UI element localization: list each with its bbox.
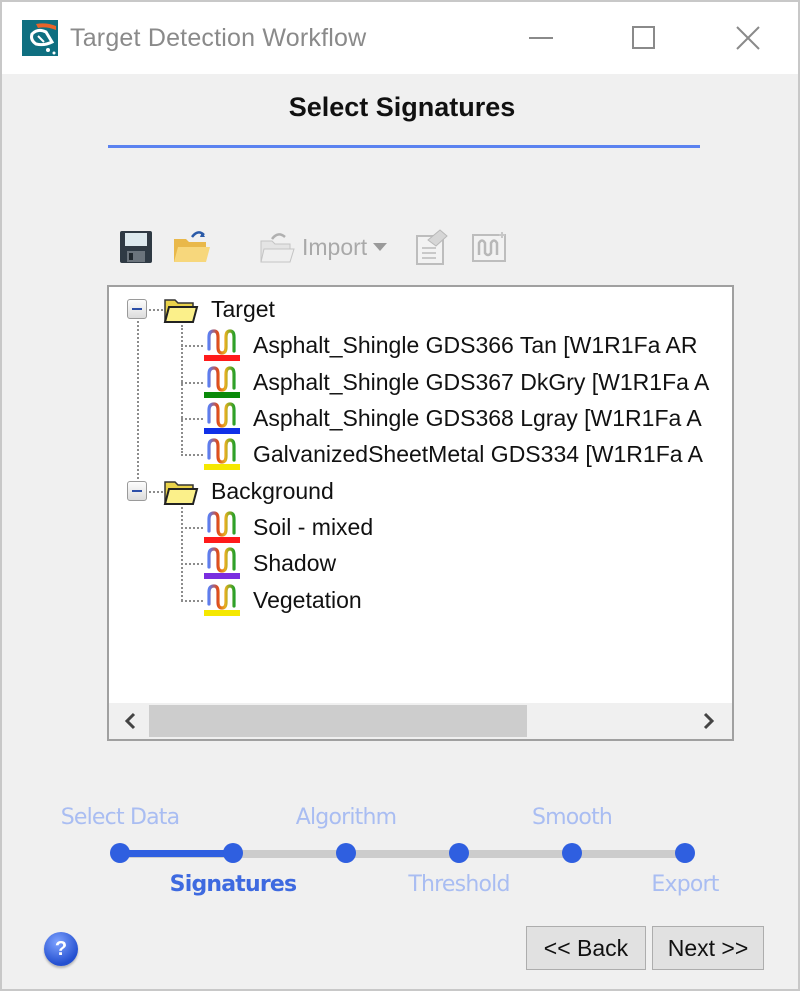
step-label-export: Export <box>651 872 719 897</box>
spectrum-icon <box>204 547 240 579</box>
step-label-select-data: Select Data <box>60 805 180 830</box>
step-dot-select-data[interactable] <box>110 843 130 863</box>
spectrum-icon <box>204 402 240 434</box>
step-label-signatures: Signatures <box>169 872 297 897</box>
window-title: Target Detection Workflow <box>70 24 367 52</box>
import-dropdown-button[interactable]: Import <box>258 226 398 268</box>
step-label-threshold: Threshold <box>408 872 510 897</box>
folder-icon <box>163 299 199 323</box>
heading-underline <box>108 145 700 148</box>
back-button[interactable]: << Back <box>526 926 646 970</box>
step-dot-algorithm[interactable] <box>336 843 356 863</box>
tree-item-label: Asphalt_Shingle GDS366 Tan [W1R1Fa AR <box>253 331 698 358</box>
scroll-left-button[interactable] <box>115 703 145 739</box>
chevron-left-icon <box>124 712 136 730</box>
tree-connector <box>149 491 163 493</box>
next-button[interactable]: Next >> <box>652 926 764 970</box>
workflow-progress: Select Data Signatures Algorithm Thresho… <box>2 797 800 907</box>
collapse-toggle-background[interactable] <box>127 481 147 501</box>
save-button[interactable] <box>118 226 158 268</box>
step-dot-signatures[interactable] <box>223 843 243 863</box>
open-button[interactable] <box>172 226 212 268</box>
tree-connector <box>181 600 203 602</box>
import-label: Import <box>302 233 368 260</box>
step-label-smooth: Smooth <box>531 805 613 830</box>
folder-icon <box>163 481 199 505</box>
page-heading: Select Signatures <box>288 92 516 122</box>
close-icon <box>736 26 760 50</box>
tree-connector <box>181 563 203 565</box>
signature-button[interactable] <box>470 226 510 268</box>
tree-item[interactable]: Asphalt_Shingle GDS367 DkGry [W1R1Fa A <box>109 364 729 400</box>
properties-icon <box>416 229 448 265</box>
maximize-icon <box>632 26 655 49</box>
spectrum-icon <box>204 584 240 616</box>
spectrum-icon <box>204 438 240 470</box>
properties-button[interactable] <box>414 226 454 268</box>
help-button[interactable]: ? <box>44 932 78 966</box>
step-dot-threshold[interactable] <box>449 843 469 863</box>
tree-connector <box>181 418 203 420</box>
tree-connector <box>181 454 203 456</box>
import-folder-icon <box>260 233 295 263</box>
tree-connector <box>181 527 203 529</box>
minimize-icon <box>529 37 553 39</box>
tree-item[interactable]: Vegetation <box>109 582 729 618</box>
tree-item[interactable]: Shadow <box>109 545 729 581</box>
maximize-button[interactable] <box>614 16 674 60</box>
tree-connector <box>149 309 163 311</box>
dialog-window: Target Detection Workflow Select Signatu… <box>0 0 800 991</box>
tree-item-label: Vegetation <box>253 586 362 613</box>
close-button[interactable] <box>718 16 778 60</box>
dropdown-caret-icon <box>373 243 388 251</box>
tree-item-label: GalvanizedSheetMetal GDS334 [W1R1Fa A <box>253 440 704 467</box>
tree-item-label: Asphalt_Shingle GDS367 DkGry [W1R1Fa A <box>253 368 710 395</box>
step-label-algorithm: Algorithm <box>295 805 397 830</box>
tree-group-label: Target <box>211 295 275 322</box>
collapse-toggle-target[interactable] <box>127 299 147 319</box>
scrollbar-thumb[interactable] <box>149 705 527 737</box>
spectrum-icon <box>204 511 240 543</box>
help-icon: ? <box>54 937 68 960</box>
floppy-disk-icon <box>120 231 152 263</box>
tree-item[interactable]: GalvanizedSheetMetal GDS334 [W1R1Fa A <box>109 436 729 472</box>
chevron-right-icon <box>703 712 715 730</box>
title-bar[interactable]: Target Detection Workflow <box>2 2 798 74</box>
spectral-signature-icon <box>472 232 506 262</box>
tree-group-background[interactable]: Background <box>109 473 729 509</box>
spectrum-icon <box>204 366 240 398</box>
tree-item[interactable]: Soil - mixed <box>109 509 729 545</box>
spectrum-icon <box>204 329 240 361</box>
progress-track-completed <box>120 850 233 857</box>
signature-toolbar: Import <box>118 226 538 268</box>
horizontal-scrollbar[interactable] <box>109 703 732 739</box>
minimize-button[interactable] <box>512 16 572 60</box>
tree-item-label: Asphalt_Shingle GDS368 Lgray [W1R1Fa A <box>253 404 702 431</box>
tree-connector <box>181 382 203 384</box>
tree-group-label: Background <box>211 477 334 504</box>
tree-item[interactable]: Asphalt_Shingle GDS368 Lgray [W1R1Fa A <box>109 400 729 436</box>
tree-connector <box>181 345 203 347</box>
signature-tree[interactable]: Target Asphalt_Shingle GDS366 Tan [W1R1F… <box>107 285 734 741</box>
open-folder-icon <box>174 231 210 262</box>
step-dot-smooth[interactable] <box>562 843 582 863</box>
tree-item-label: Shadow <box>253 549 337 576</box>
tree-item[interactable]: Asphalt_Shingle GDS366 Tan [W1R1Fa AR <box>109 327 729 363</box>
step-dot-export[interactable] <box>675 843 695 863</box>
scroll-right-button[interactable] <box>694 703 724 739</box>
tree-item-label: Soil - mixed <box>253 513 374 540</box>
tree-group-target[interactable]: Target <box>109 291 729 327</box>
app-icon <box>22 20 58 56</box>
